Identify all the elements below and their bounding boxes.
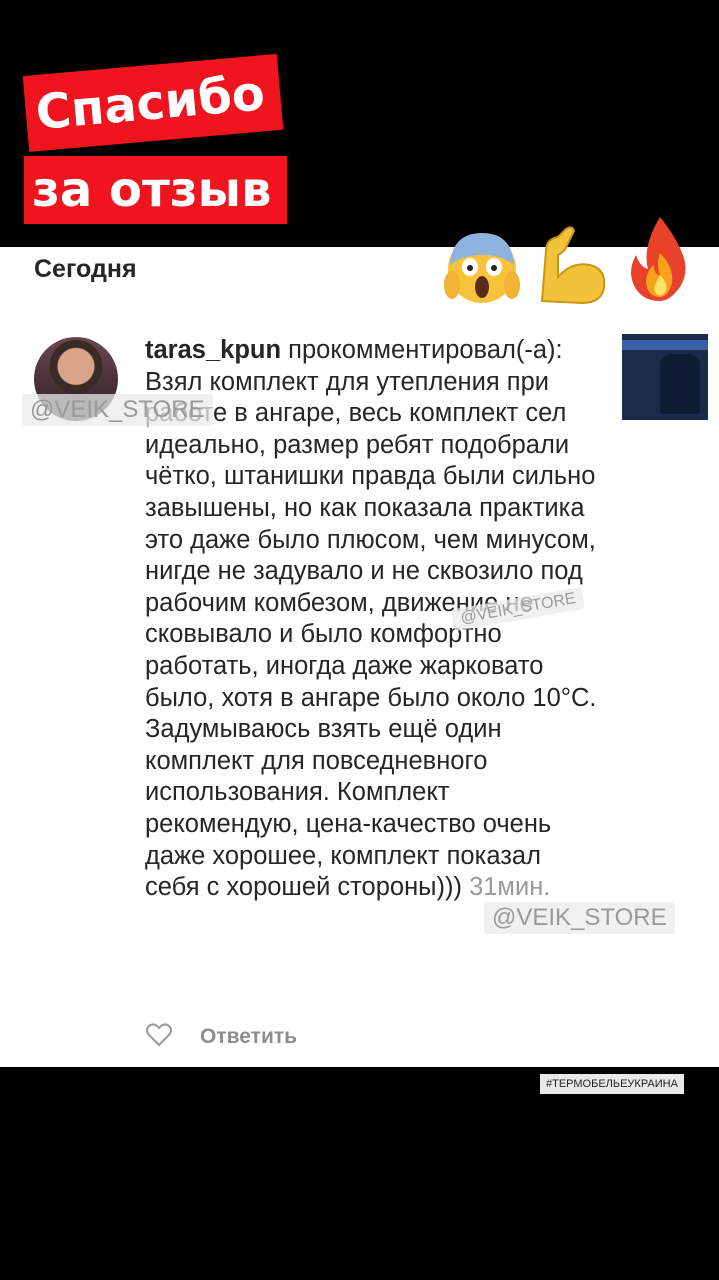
notification-card: Сегодня taras_kpun прокомментировал(-а):… (0, 217, 719, 1067)
comment-text: taras_kpun прокомментировал(-а): Взял ко… (145, 335, 600, 904)
thumbnail-product-image (660, 354, 700, 414)
section-title: Сегодня (34, 255, 137, 283)
flexed-biceps-emoji (540, 226, 606, 305)
thumbnail-banner (622, 340, 708, 350)
thanks-sticker-line2: за отзыв (24, 156, 288, 224)
comment-username[interactable]: taras_kpun (145, 336, 281, 364)
watermark-1: @VEIK_STORE (22, 394, 213, 426)
watermark-3: @VEIK_STORE (484, 902, 675, 934)
comment-body: Взял комплект для утепления при работе в… (145, 367, 597, 902)
comment-timestamp: 31мин. (461, 873, 551, 902)
reply-button[interactable]: Ответить (200, 1025, 297, 1049)
thanks-sticker-line1: Спасибо (22, 53, 284, 152)
fire-emoji (631, 217, 686, 301)
hashtag-label: #ТЕРМОБЕЛЬЕУКРАИНА (540, 1074, 684, 1094)
comment-action: прокомментировал(-а): (281, 336, 563, 364)
screaming-face-emoji (444, 233, 520, 303)
heart-icon[interactable] (146, 1023, 172, 1047)
post-thumbnail[interactable] (622, 334, 708, 420)
